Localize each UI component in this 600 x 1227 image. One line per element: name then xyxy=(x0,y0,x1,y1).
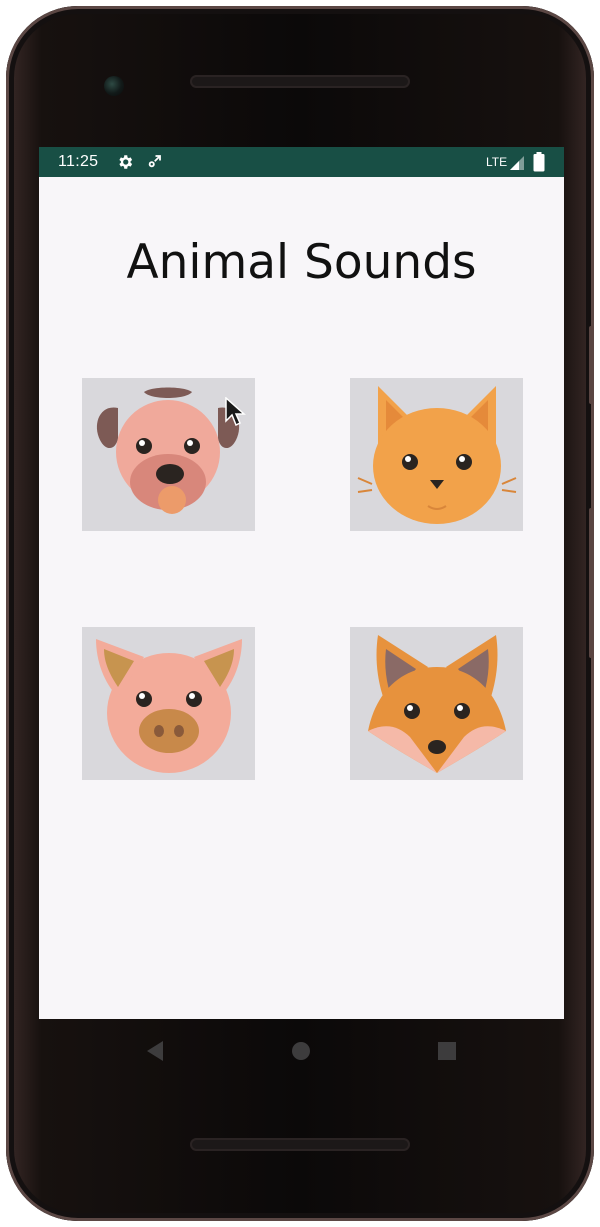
app-screen: 11:25 LTE Animal Sounds xyxy=(39,147,564,1019)
bottom-speaker xyxy=(190,1138,410,1151)
recents-icon[interactable] xyxy=(433,1037,461,1065)
pig-button[interactable] xyxy=(82,627,255,780)
status-bar: 11:25 LTE xyxy=(39,147,564,177)
navigation-bar xyxy=(39,1019,564,1081)
device-frame: 11:25 LTE Animal Sounds xyxy=(0,0,600,1227)
settings-icon xyxy=(119,155,133,169)
power-button xyxy=(589,326,594,404)
cat-button[interactable] xyxy=(350,378,523,531)
pig-face-icon xyxy=(96,639,242,773)
battery-icon xyxy=(533,152,545,172)
fox-face-icon xyxy=(368,635,506,773)
status-time: 11:25 xyxy=(58,153,99,170)
top-speaker xyxy=(190,75,410,88)
fox-button[interactable] xyxy=(350,627,523,780)
mouse-cursor-icon xyxy=(225,397,246,427)
signal-icon xyxy=(510,156,524,170)
page-title: Animal Sounds xyxy=(126,235,477,290)
front-camera-icon xyxy=(104,76,124,96)
volume-button xyxy=(589,508,594,658)
network-type-label: LTE xyxy=(486,155,508,169)
cat-face-icon xyxy=(357,386,517,524)
gps-icon xyxy=(148,155,161,168)
back-icon[interactable] xyxy=(141,1037,169,1065)
home-icon[interactable] xyxy=(287,1037,315,1065)
